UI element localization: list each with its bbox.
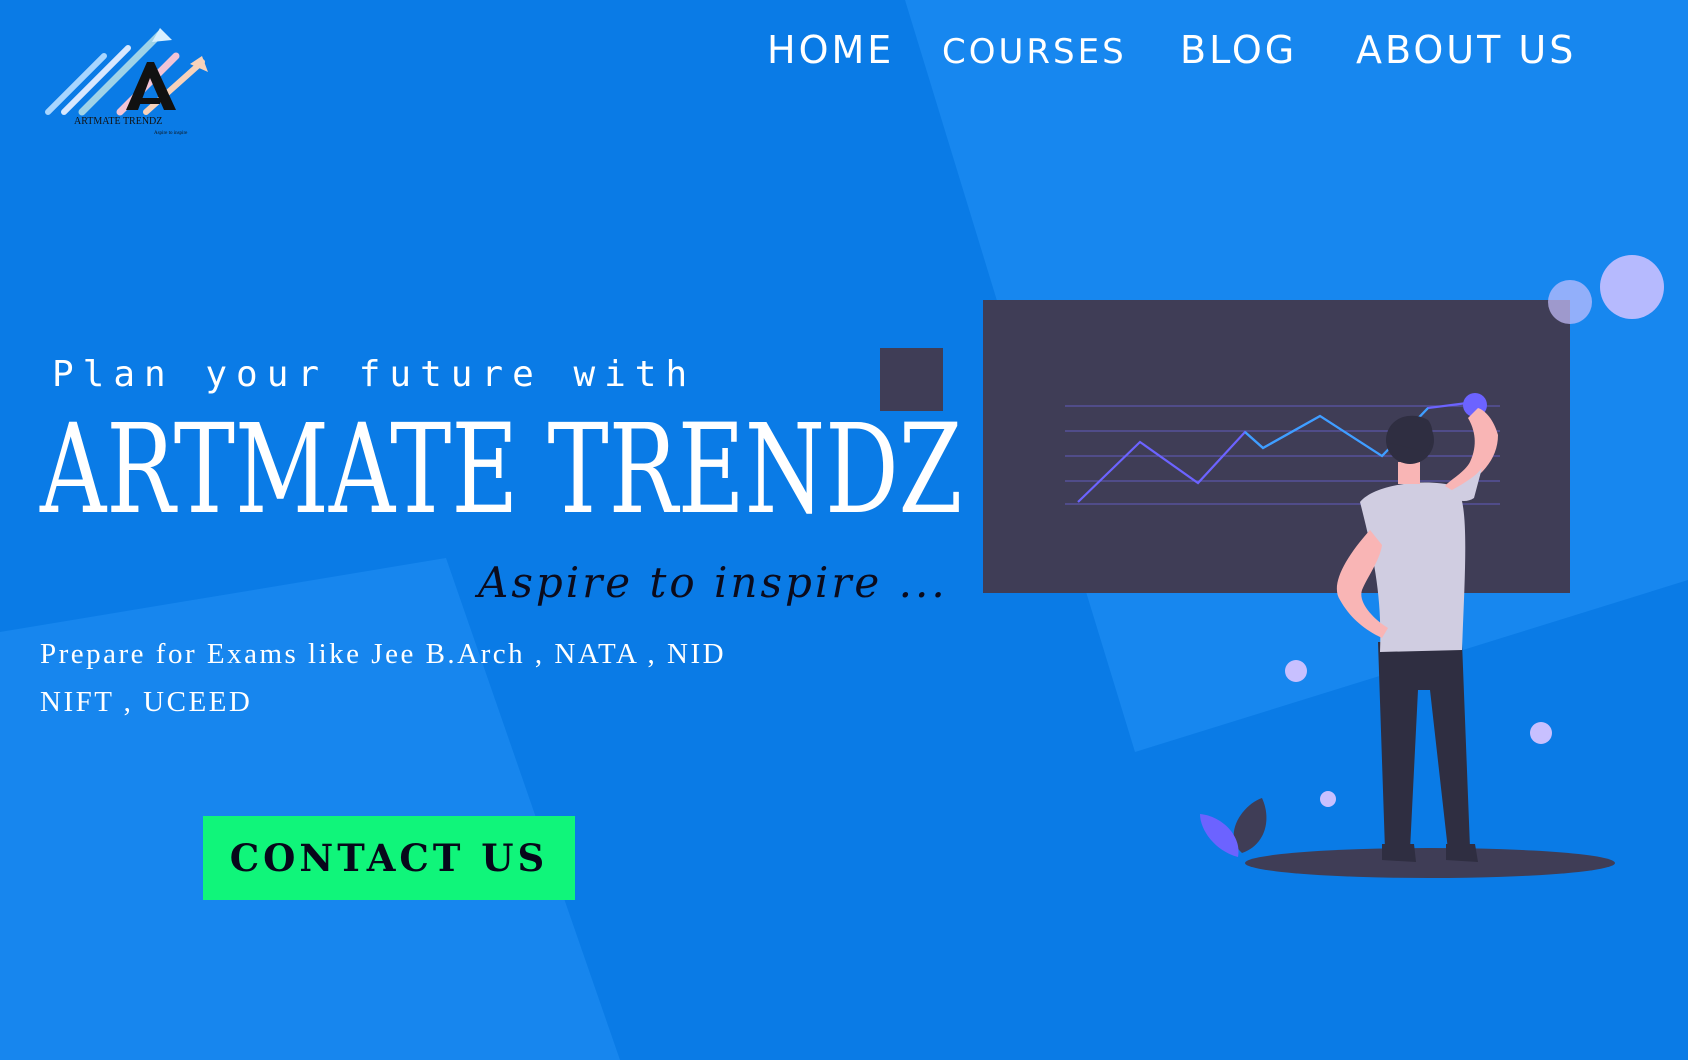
nav-courses[interactable]: COURSES (942, 32, 1127, 72)
svg-text:ARTMATE TRENDZ: ARTMATE TRENDZ (74, 116, 162, 127)
contact-us-button[interactable]: CONTACT US (203, 816, 575, 900)
hero-description: Prepare for Exams like Jee B.Arch , NATA… (40, 630, 860, 726)
nav-about-us[interactable]: ABOUT US (1356, 28, 1576, 72)
decor-circle-large (1600, 255, 1664, 319)
leaf-icon (1200, 814, 1239, 857)
nav-home[interactable]: HOME (767, 28, 894, 72)
leaf-icon (1233, 798, 1267, 853)
man-analyzing-chart-illustration (880, 255, 1664, 878)
decor-dot (1530, 722, 1552, 744)
hero-title: ARTMATE TRENDZ (40, 398, 963, 542)
decor-circle-medium (1548, 280, 1592, 324)
floor-shadow (1245, 848, 1615, 878)
hero-tagline: Plan your future with (52, 354, 697, 395)
decor-dot (1285, 660, 1307, 682)
decor-dot (1320, 791, 1336, 807)
main-nav: HOME COURSES BLOG ABOUT US (0, 28, 1688, 78)
hero-description-line-2: NIFT , UCEED (40, 686, 253, 718)
hero-description-line-1: Prepare for Exams like Jee B.Arch , NATA… (40, 638, 727, 670)
nav-blog[interactable]: BLOG (1180, 28, 1297, 72)
svg-text:Aspire to inspire: Aspire to inspire (154, 131, 188, 136)
decor-square (880, 348, 943, 411)
